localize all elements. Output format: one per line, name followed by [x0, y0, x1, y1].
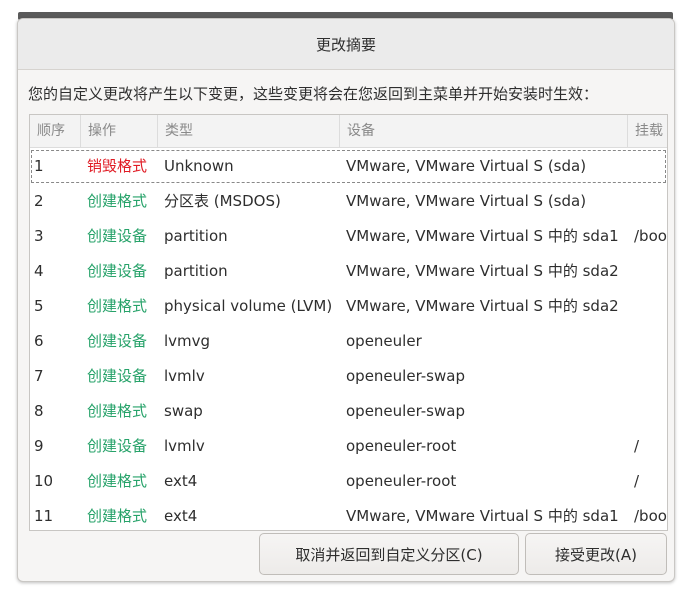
table-row[interactable]: 7 创建设备 lvmlv openeuler-swap: [30, 359, 667, 394]
accept-changes-button[interactable]: 接受更改(A): [525, 533, 667, 575]
row-order: 3: [34, 227, 44, 245]
row-order: 8: [34, 402, 44, 420]
column-header-mount[interactable]: 挂载: [628, 115, 667, 147]
table-row[interactable]: 1 销毁格式 Unknown VMware, VMware Virtual S (sd…: [30, 149, 667, 184]
row-type: 分区表 (MSDOS): [164, 192, 281, 210]
row-device: openeuler-root: [346, 437, 457, 455]
row-action: 销毁格式: [87, 157, 148, 175]
row-order: 4: [34, 262, 44, 280]
row-type: ext4: [164, 507, 198, 525]
table-row[interactable]: 2 创建格式 分区表 (MSDOS) VMware, VMware Virtual S…: [30, 184, 667, 219]
row-action: 创建设备: [87, 332, 148, 350]
row-mount: [634, 149, 667, 184]
row-action: 创建格式: [87, 297, 148, 315]
table-row[interactable]: 5 创建格式 physical volume (LVM) VMware, VMware…: [30, 289, 667, 324]
row-type: lvmvg: [164, 332, 211, 350]
row-action: 创建设备: [87, 367, 148, 385]
column-header-type[interactable]: 类型: [158, 115, 340, 147]
row-type: physical volume (LVM): [164, 297, 333, 315]
row-action: 创建格式: [87, 402, 148, 420]
table-row[interactable]: 11 创建格式 ext4 VMware, VMware Virtual S 中的 sd…: [30, 499, 667, 530]
row-device: VMware, VMware Virtual S (sda): [346, 192, 587, 210]
row-device: VMware, VMware Virtual S (sda): [346, 157, 587, 175]
row-mount: [634, 254, 667, 289]
row-mount: [634, 289, 667, 324]
row-type: swap: [164, 402, 203, 420]
row-device: VMware, VMware Virtual S 中的 sda2: [346, 297, 619, 315]
row-type: partition: [164, 227, 228, 245]
row-action: 创建格式: [87, 192, 148, 210]
row-action: 创建设备: [87, 227, 148, 245]
row-action: 创建格式: [87, 507, 148, 525]
row-order: 9: [34, 437, 44, 455]
row-type: lvmlv: [164, 367, 205, 385]
row-type: partition: [164, 262, 228, 280]
table-header: 顺序 操作 类型 设备 挂载: [30, 115, 667, 148]
row-device: VMware, VMware Virtual S 中的 sda2: [346, 262, 619, 280]
row-device: openeuler-root: [346, 472, 457, 490]
row-device: openeuler-swap: [346, 402, 465, 420]
row-mount: /boot: [634, 227, 667, 245]
row-order: 2: [34, 192, 44, 210]
column-header-action[interactable]: 操作: [81, 115, 158, 147]
row-device: VMware, VMware Virtual S 中的 sda1: [346, 227, 619, 245]
table-row[interactable]: 9 创建设备 lvmlv openeuler-root /: [30, 429, 667, 464]
row-type: ext4: [164, 472, 198, 490]
change-summary-dialog: 更改摘要 您的自定义更改将产生以下变更，这些变更将会在您返回到主菜单并开始安装时…: [17, 18, 675, 582]
row-action: 创建格式: [87, 472, 148, 490]
table-row[interactable]: 10 创建格式 ext4 openeuler-root /: [30, 464, 667, 499]
row-type: lvmlv: [164, 437, 205, 455]
row-order: 1: [34, 157, 44, 175]
row-mount: /: [634, 437, 640, 455]
row-order: 10: [34, 472, 54, 490]
column-header-order[interactable]: 顺序: [30, 115, 81, 147]
row-type: Unknown: [164, 157, 234, 175]
summary-text: 您的自定义更改将产生以下变更，这些变更将会在您返回到主菜单并开始安装时生效：: [28, 85, 599, 103]
table-row[interactable]: 8 创建格式 swap openeuler-swap: [30, 394, 667, 429]
table-row[interactable]: 3 创建设备 partition VMware, VMware Virtual S 中…: [30, 219, 667, 254]
row-mount: [634, 184, 667, 219]
row-device: openeuler-swap: [346, 367, 465, 385]
row-order: 5: [34, 297, 44, 315]
dialog-title: 更改摘要: [18, 19, 674, 70]
changes-table[interactable]: 顺序 操作 类型 设备 挂载 1 销毁格式 Unknown VMware, VMwar…: [29, 114, 668, 531]
row-mount: [634, 359, 667, 394]
table-row[interactable]: 6 创建设备 lvmvg openeuler: [30, 324, 667, 359]
row-device: VMware, VMware Virtual S 中的 sda1: [346, 507, 619, 525]
row-device: openeuler: [346, 332, 422, 350]
table-row[interactable]: 4 创建设备 partition VMware, VMware Virtual S 中…: [30, 254, 667, 289]
row-action: 创建设备: [87, 437, 148, 455]
row-mount: /boot: [634, 507, 667, 525]
row-mount: [634, 394, 667, 429]
row-mount: /: [634, 472, 640, 490]
row-order: 7: [34, 367, 44, 385]
row-order: 6: [34, 332, 44, 350]
row-mount: [634, 324, 667, 359]
cancel-return-button[interactable]: 取消并返回到自定义分区(C): [259, 533, 519, 575]
column-header-device[interactable]: 设备: [340, 115, 628, 147]
row-action: 创建设备: [87, 262, 148, 280]
row-order: 11: [34, 507, 54, 525]
